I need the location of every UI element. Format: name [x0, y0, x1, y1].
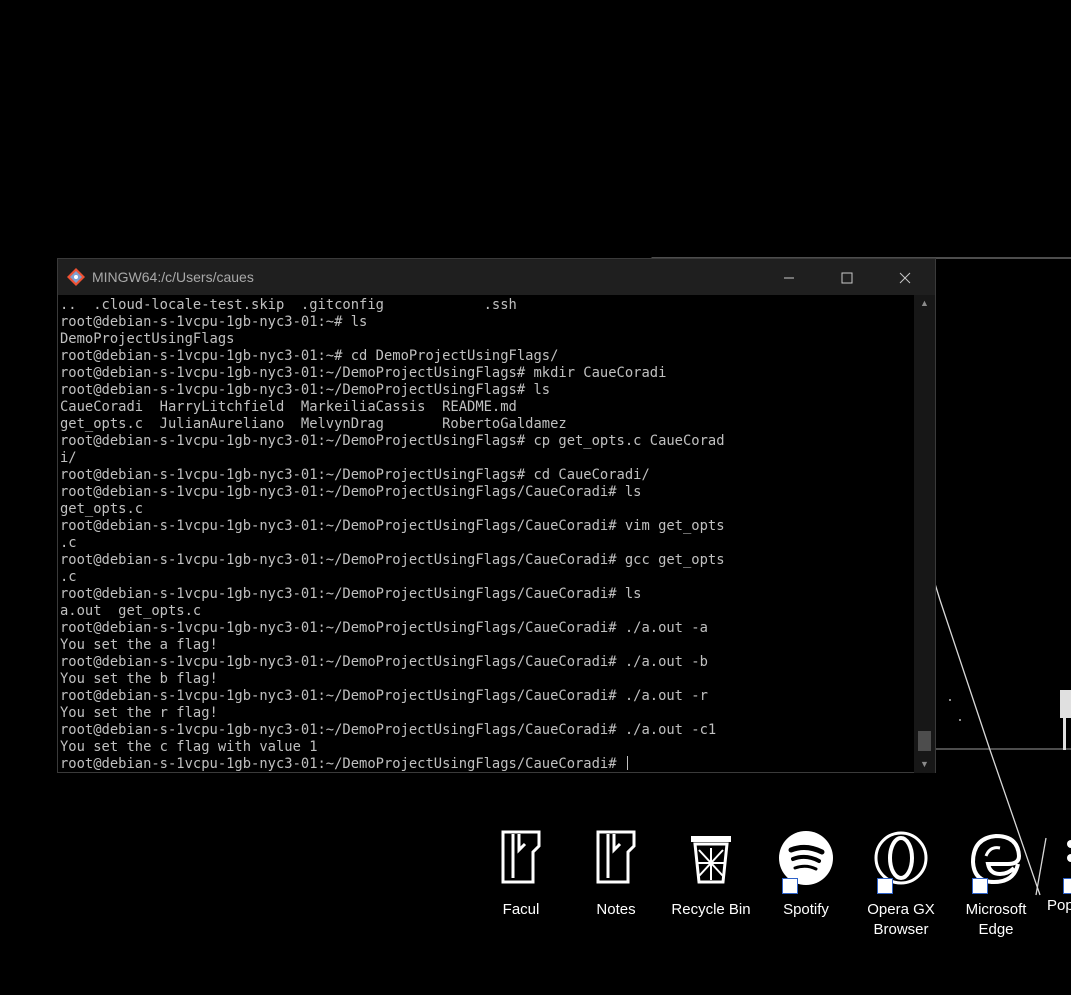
- spotify-icon: [776, 830, 836, 896]
- close-button[interactable]: [876, 259, 934, 295]
- shortcut-arrow-icon: [877, 878, 893, 894]
- terminal-line: root@debian-s-1vcpu-1gb-nyc3-01:~/DemoPr…: [60, 620, 708, 636]
- desktop-icon-edge[interactable]: Microsoft Edge: [950, 830, 1042, 940]
- terminal-line: root@debian-s-1vcpu-1gb-nyc3-01:~/DemoPr…: [60, 365, 667, 381]
- terminal-line: root@debian-s-1vcpu-1gb-nyc3-01:~/DemoPr…: [60, 722, 717, 738]
- terminal-line: root@debian-s-1vcpu-1gb-nyc3-01:~/DemoPr…: [60, 586, 642, 602]
- scroll-up-icon[interactable]: ▲: [914, 295, 935, 312]
- terminal-line: You set the c flag with value 1: [60, 739, 318, 755]
- terminal-line: root@debian-s-1vcpu-1gb-nyc3-01:~/DemoPr…: [60, 467, 650, 483]
- terminal-line: get_opts.c JulianAureliano MelvynDrag Ro…: [60, 416, 567, 432]
- icon-label: Spotify: [783, 901, 829, 918]
- icon-label: Notes: [596, 901, 636, 918]
- terminal-line: root@debian-s-1vcpu-1gb-nyc3-01:~/DemoPr…: [60, 382, 551, 398]
- folder-icon: [491, 830, 551, 896]
- terminal-line: You set the a flag!: [60, 637, 218, 653]
- desktop-icon-facul[interactable]: Facul: [475, 830, 567, 920]
- desktop-icon-opera-gx[interactable]: Opera GX Browser: [855, 830, 947, 940]
- scrollbar-thumb[interactable]: [918, 731, 931, 751]
- minimize-button[interactable]: [760, 259, 818, 295]
- terminal-line: get_opts.c: [60, 501, 144, 517]
- prompt-text: root@debian-s-1vcpu-1gb-nyc3-01:~/DemoPr…: [60, 756, 625, 772]
- desktop-icon-spotify[interactable]: Spotify: [760, 830, 852, 920]
- terminal-line: root@debian-s-1vcpu-1gb-nyc3-01:~/DemoPr…: [60, 654, 708, 670]
- terminal-line: root@debian-s-1vcpu-1gb-nyc3-01:~# cd De…: [60, 348, 559, 364]
- icon-label: Pop: [1047, 897, 1071, 914]
- terminal-line: i/: [60, 450, 77, 466]
- desktop-icon-recycle-bin[interactable]: Recycle Bin: [665, 830, 757, 920]
- opera-gx-icon: [871, 830, 931, 896]
- terminal-line: .. .cloud-locale-test.skip .gitconfig .s…: [60, 297, 517, 313]
- terminal-line: You set the b flag!: [60, 671, 218, 687]
- icon-label: Opera GX Browser: [867, 901, 935, 938]
- maximize-button[interactable]: [818, 259, 876, 295]
- title-bar[interactable]: MINGW64:/c/Users/caues: [58, 259, 935, 295]
- recycle-bin-icon: [681, 830, 741, 896]
- shortcut-arrow-icon: [972, 878, 988, 894]
- terminal-line: root@debian-s-1vcpu-1gb-nyc3-01:~/DemoPr…: [60, 484, 642, 500]
- terminal-line: .c: [60, 569, 77, 585]
- terminal-line: You set the r flag!: [60, 705, 218, 721]
- desktop-icon-pop[interactable]: Pop: [1045, 830, 1071, 916]
- window-title: MINGW64:/c/Users/caues: [92, 269, 254, 285]
- shortcut-arrow-icon: [1063, 878, 1071, 894]
- scroll-down-icon[interactable]: ▼: [914, 756, 935, 773]
- terminal-line: root@debian-s-1vcpu-1gb-nyc3-01:~/DemoPr…: [60, 552, 725, 568]
- folder-icon: [586, 830, 646, 896]
- terminal-line: root@debian-s-1vcpu-1gb-nyc3-01:~# ls: [60, 314, 368, 330]
- icon-label: Microsoft Edge: [965, 901, 1027, 938]
- terminal-line: root@debian-s-1vcpu-1gb-nyc3-01:~/DemoPr…: [60, 518, 725, 534]
- terminal-output[interactable]: .. .cloud-locale-test.skip .gitconfig .s…: [58, 295, 915, 773]
- vertical-scrollbar[interactable]: ▲ ▼: [914, 295, 935, 773]
- text-cursor: [626, 756, 628, 770]
- terminal-window[interactable]: MINGW64:/c/Users/caues .. .cloud-locale-…: [57, 258, 936, 773]
- terminal-line: CaueCoradi HarryLitchfield MarkeiliaCass…: [60, 399, 517, 415]
- git-bash-icon: [67, 268, 85, 286]
- edge-icon: [966, 830, 1026, 896]
- icon-label: Recycle Bin: [671, 901, 751, 918]
- desktop-icon-notes[interactable]: Notes: [570, 830, 662, 920]
- shortcut-arrow-icon: [782, 878, 798, 894]
- terminal-line: root@debian-s-1vcpu-1gb-nyc3-01:~/DemoPr…: [60, 688, 708, 704]
- app-icon: [1045, 830, 1071, 896]
- command-prompt[interactable]: root@debian-s-1vcpu-1gb-nyc3-01:~/DemoPr…: [60, 756, 915, 773]
- terminal-line: .c: [60, 535, 77, 551]
- icon-label: Facul: [502, 901, 540, 918]
- terminal-line: root@debian-s-1vcpu-1gb-nyc3-01:~/DemoPr…: [60, 433, 725, 449]
- terminal-line: a.out get_opts.c: [60, 603, 202, 619]
- terminal-line: DemoProjectUsingFlags: [60, 331, 235, 347]
